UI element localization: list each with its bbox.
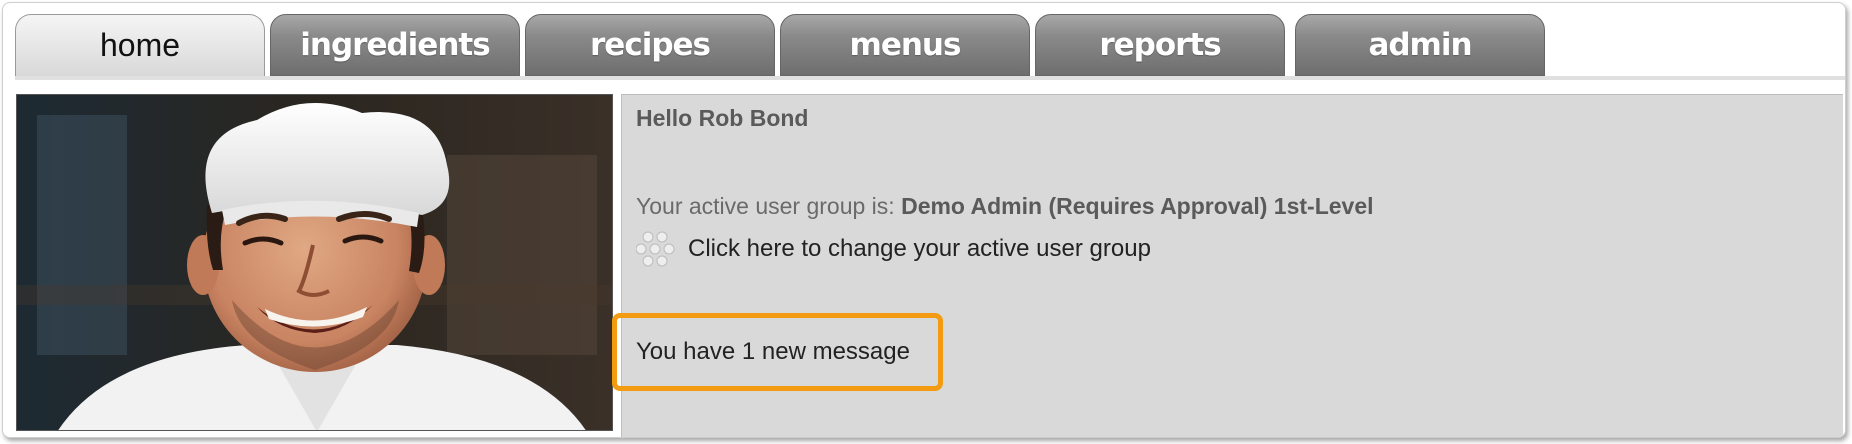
tab-reports[interactable]: reports bbox=[1035, 14, 1285, 76]
window-frame: home ingredients recipes menus reports a… bbox=[2, 2, 1846, 438]
tab-home[interactable]: home bbox=[15, 14, 265, 76]
tab-admin[interactable]: admin bbox=[1295, 14, 1545, 76]
user-info-panel: Hello Rob Bond Your active user group is… bbox=[612, 94, 1843, 437]
greeting-text: Hello Rob Bond bbox=[636, 105, 809, 131]
main-nav-tabs: home ingredients recipes menus reports a… bbox=[15, 14, 1845, 78]
active-group-line: Your active user group is: Demo Admin (R… bbox=[636, 193, 1374, 220]
tab-menus[interactable]: menus bbox=[780, 14, 1030, 76]
chef-profile-photo bbox=[16, 94, 613, 431]
change-group-link[interactable]: Click here to change your active user gr… bbox=[636, 229, 1151, 269]
change-group-link-label: Click here to change your active user gr… bbox=[688, 235, 1151, 262]
active-group-label: Your active user group is: bbox=[636, 193, 895, 219]
tab-underline bbox=[15, 76, 1845, 80]
new-message-notice[interactable]: You have 1 new message bbox=[636, 338, 910, 366]
tab-recipes[interactable]: recipes bbox=[525, 14, 775, 76]
user-group-dots-icon bbox=[636, 231, 675, 267]
chef-photo-illustration bbox=[17, 95, 612, 430]
active-group-name: Demo Admin (Requires Approval) 1st-Level bbox=[901, 193, 1374, 219]
tab-ingredients[interactable]: ingredients bbox=[270, 14, 520, 76]
